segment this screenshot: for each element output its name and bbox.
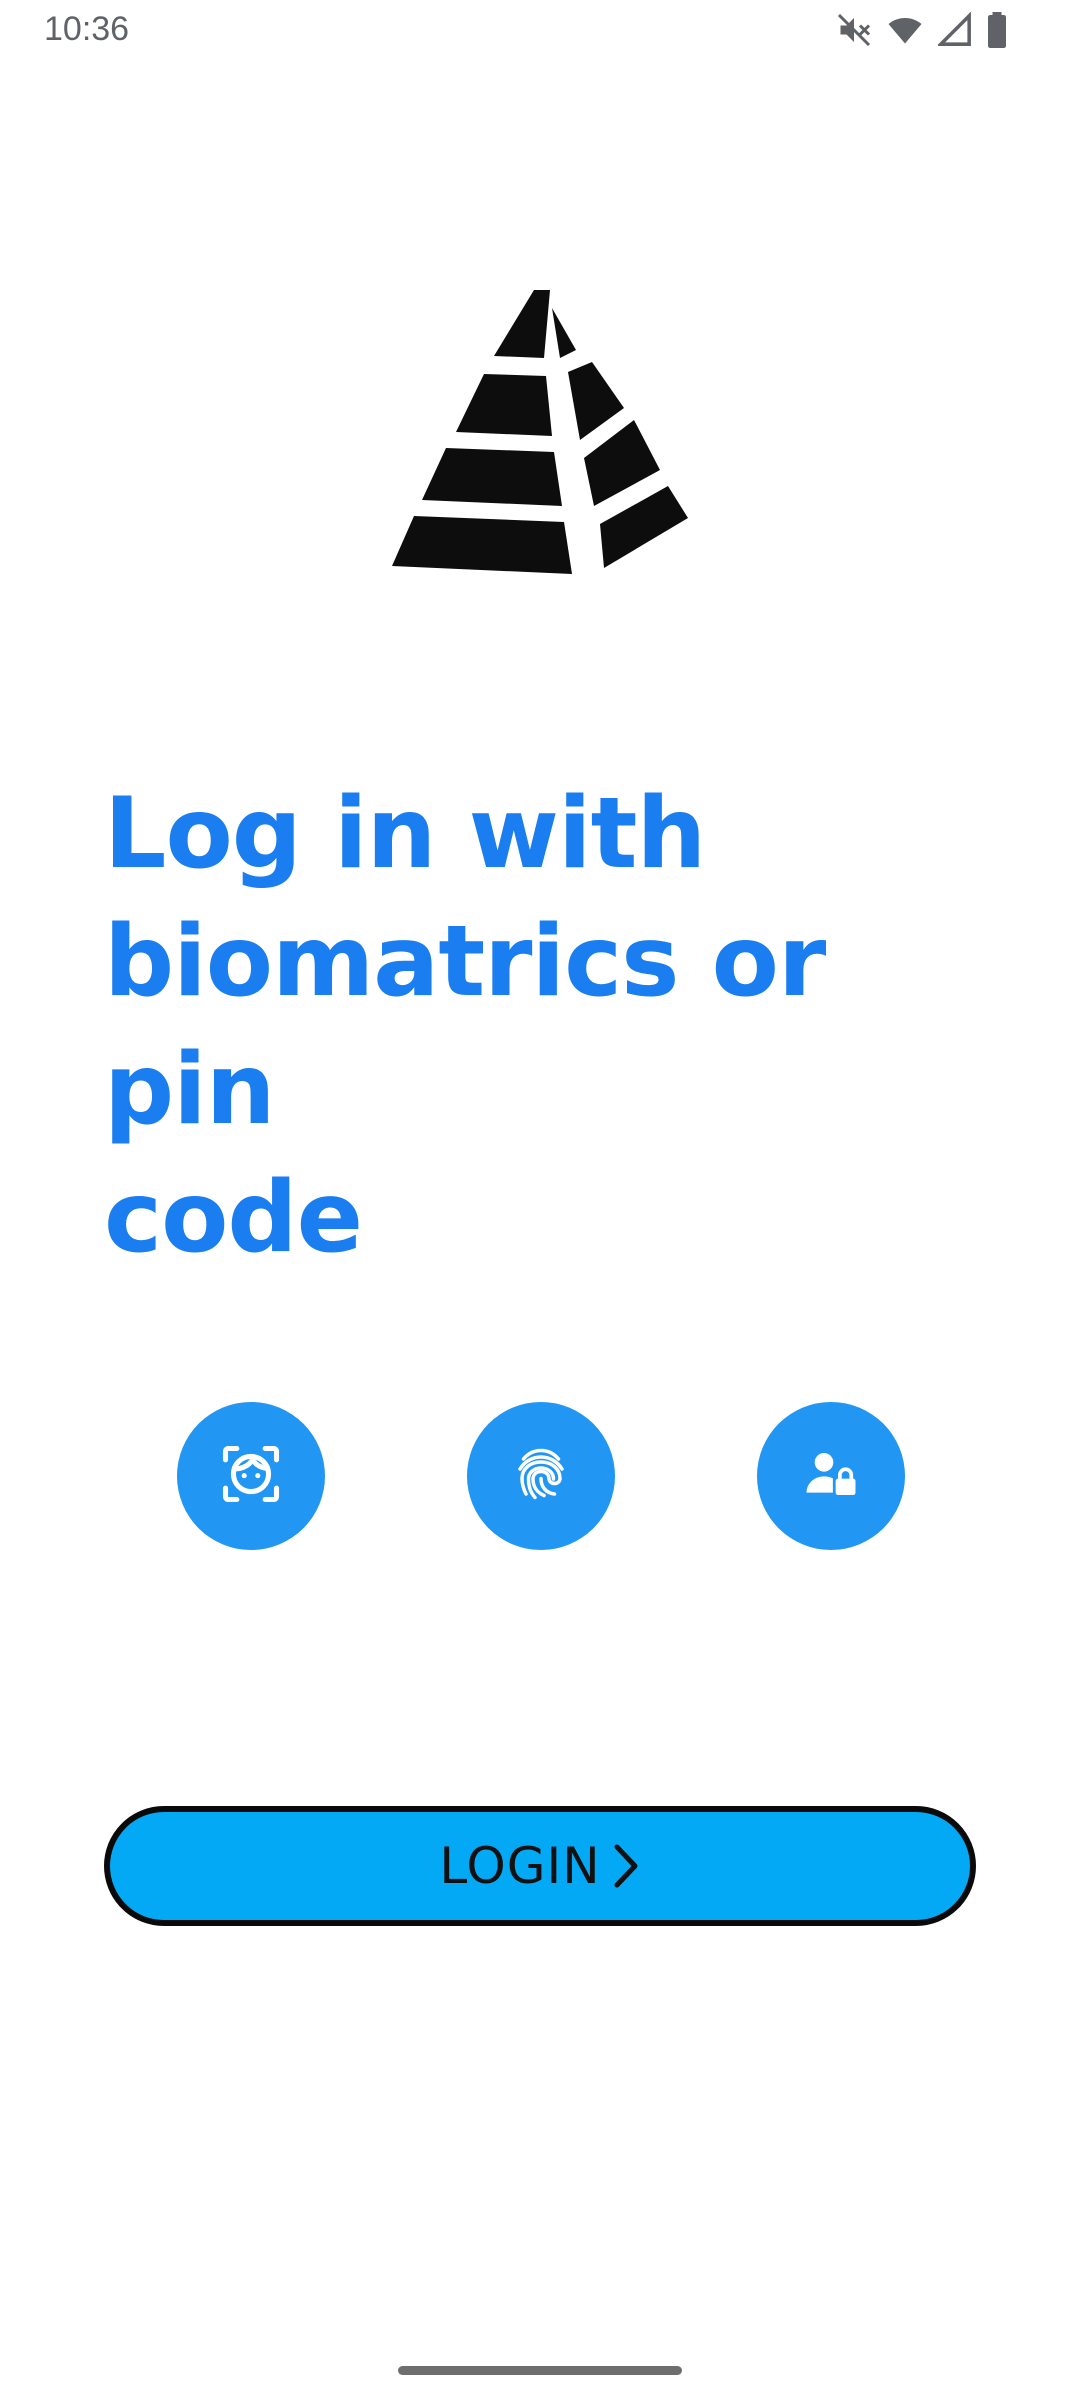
face-id-button[interactable]: [177, 1402, 325, 1550]
login-button[interactable]: LOGIN: [104, 1806, 976, 1926]
status-time: 10:36: [44, 10, 130, 48]
face-id-icon: [217, 1440, 285, 1513]
pin-code-button[interactable]: [757, 1402, 905, 1550]
status-bar: 10:36: [0, 0, 1080, 64]
status-icons: [836, 12, 1008, 48]
cell-signal-icon: [938, 12, 972, 48]
fingerprint-button[interactable]: [467, 1402, 615, 1550]
login-screen: 10:36 Log in with biomatrics or pin code…: [0, 0, 1080, 2400]
login-label: LOGIN: [439, 1837, 601, 1895]
title-line-2: biomatrics or pin: [104, 905, 826, 1147]
page-title: Log in with biomatrics or pin code: [104, 770, 984, 1282]
wifi-icon: [886, 12, 924, 48]
title-line-3: code: [104, 1161, 363, 1275]
home-indicator[interactable]: [398, 2366, 682, 2375]
biometric-options: [0, 1402, 1080, 1550]
mute-icon: [836, 12, 872, 48]
battery-icon: [986, 12, 1008, 48]
user-lock-icon: [803, 1446, 859, 1507]
chevron-right-icon: [611, 1843, 641, 1889]
title-line-1: Log in with: [104, 777, 706, 891]
pyramid-logo: [392, 288, 688, 574]
fingerprint-icon: [511, 1444, 571, 1509]
